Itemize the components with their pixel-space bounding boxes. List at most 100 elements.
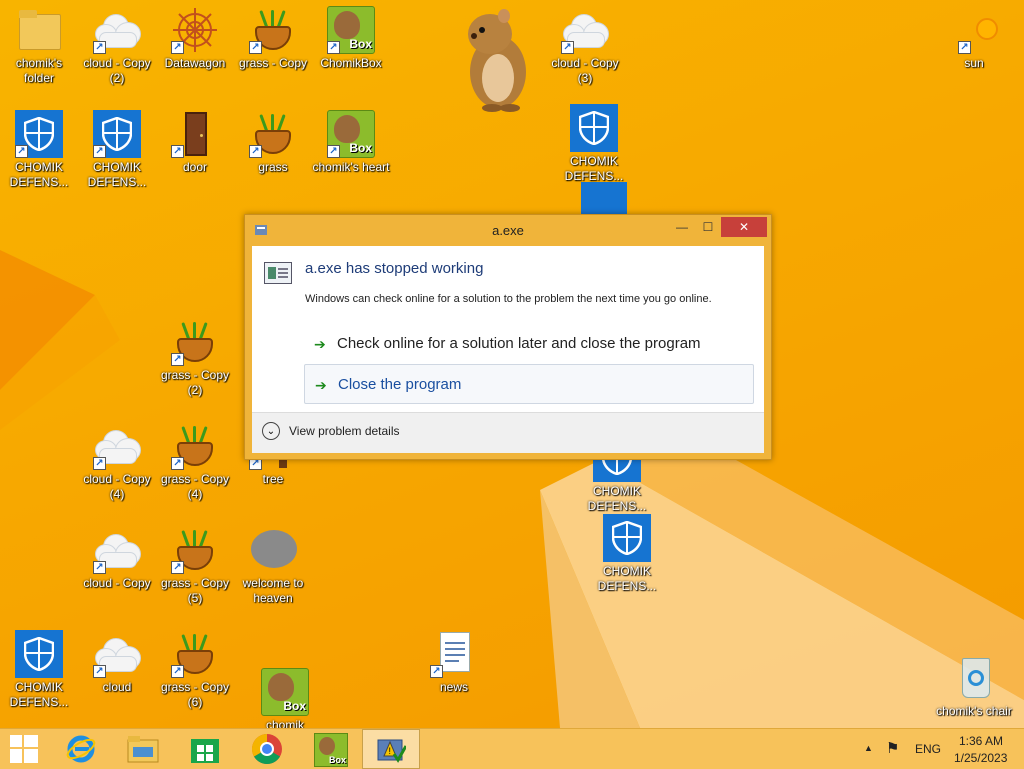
cloud-icon: ↗ — [561, 6, 609, 54]
chrome-icon — [251, 734, 282, 765]
internet-explorer-button[interactable] — [56, 729, 106, 769]
check-online-option[interactable]: ➔ Check online for a solution later and … — [304, 324, 754, 364]
cloud-icon: ↗ — [93, 526, 141, 574]
grass-icon: ↗ — [171, 526, 219, 574]
shortcut-arrow-icon: ↗ — [93, 457, 106, 470]
aexe-app-icon: ! — [377, 739, 406, 763]
desktop-icon-cloud-copy-2[interactable]: ↗ cloud - Copy (2) — [78, 6, 156, 86]
desktop-icon-welcome-to-heaven[interactable]: welcome to heaven — [234, 526, 312, 606]
icon-label: cloud - Copy (2) — [83, 56, 151, 85]
desktop-icon-chomik-defense-2[interactable]: ↗ CHOMIK DEFENS... — [78, 110, 156, 190]
aexe-taskbar-button[interactable]: ! — [362, 729, 420, 769]
desktop-icon-chomiks-folder[interactable]: chomik's folder — [0, 6, 78, 86]
desktop-icon-datawagon[interactable]: ↗ Datawagon — [156, 6, 234, 71]
icon-label: chomik's folder — [15, 56, 63, 85]
desktop-icon-grass-copy-2[interactable]: ↗ grass - Copy (2) — [156, 318, 234, 398]
desktop-icon-grass-copy-5[interactable]: ↗ grass - Copy (5) — [156, 526, 234, 606]
shield-icon — [570, 104, 618, 152]
chomikbox-icon: Box — [314, 733, 348, 767]
cloud-icon: ↗ — [93, 422, 141, 470]
close-program-option[interactable]: ➔ Close the program — [304, 364, 754, 404]
shortcut-arrow-icon: ↗ — [958, 41, 971, 54]
maximize-button[interactable]: ☐ — [695, 217, 721, 237]
icon-label: welcome to heaven — [242, 576, 304, 605]
clock-time[interactable]: 1:36 AM — [959, 734, 1003, 748]
shortcut-arrow-icon: ↗ — [15, 145, 28, 158]
icon-label: chomik's chair — [936, 704, 1012, 718]
desktop-icon-cloud-copy-4[interactable]: ↗ cloud - Copy (4) — [78, 422, 156, 502]
cloud-icon: ↗ — [93, 6, 141, 54]
icon-label: cloud — [102, 680, 132, 694]
icon-label: door — [182, 160, 208, 174]
desktop-icon-cloud-copy-3[interactable]: ↗ cloud - Copy (3) — [546, 6, 624, 86]
file-explorer-button[interactable] — [118, 729, 168, 769]
shortcut-arrow-icon: ↗ — [430, 665, 443, 678]
icon-label: grass - Copy (4) — [160, 472, 230, 501]
desktop-icon-chomikbox[interactable]: Box ↗ ChomikBox — [312, 6, 390, 71]
shield-icon — [15, 630, 63, 678]
icon-label: sun — [964, 56, 984, 70]
document-icon: ↗ — [430, 630, 478, 678]
desktop-icon-recycle-bin[interactable]: chomik's chair — [935, 654, 1013, 719]
shortcut-arrow-icon: ↗ — [171, 561, 184, 574]
svg-text:!: ! — [389, 746, 392, 756]
shortcut-arrow-icon: ↗ — [93, 145, 106, 158]
hamster-mascot — [468, 9, 526, 112]
desktop-icon-cloud-copy[interactable]: ↗ cloud - Copy — [78, 526, 156, 591]
dialog-footer: ⌄ View problem details — [252, 412, 764, 453]
clock-date[interactable]: 1/25/2023 — [954, 751, 1007, 765]
close-button[interactable]: ✕ — [721, 217, 767, 237]
desktop-icon-chomik[interactable]: Box chomik — [246, 668, 324, 728]
icon-label: CHOMIK DEFENS... — [87, 160, 147, 189]
start-button[interactable] — [0, 729, 50, 769]
language-indicator[interactable]: ENG — [915, 742, 941, 756]
recycle-bin-icon — [950, 654, 998, 702]
icon-label: grass - Copy (5) — [160, 576, 230, 605]
desktop-icon-door[interactable]: ↗ door — [156, 110, 234, 175]
blob-icon — [249, 526, 297, 574]
tray-overflow-arrow[interactable]: ▲ — [864, 743, 873, 753]
taskbar: Box ! ▲ ⚑ ENG 1:36 AM 1/25/2023 — [0, 728, 1024, 769]
icon-label: ChomikBox — [320, 56, 382, 70]
desktop-icon-chomik-defense-1[interactable]: ↗ CHOMIK DEFENS... — [0, 110, 78, 190]
icon-label: grass — [258, 160, 288, 174]
icon-label: grass - Copy (6) — [160, 680, 230, 709]
desktop-icon-chomiks-heart[interactable]: Box ↗ chomik's heart — [312, 110, 390, 175]
action-center-flag-icon[interactable]: ⚑ — [886, 739, 899, 757]
green-arrow-icon: ➔ — [315, 377, 327, 393]
icon-label: grass - Copy — [238, 56, 308, 70]
grass-icon: ↗ — [171, 422, 219, 470]
desktop-icon-cloud[interactable]: ↗ cloud — [78, 630, 156, 695]
desktop-icon-grass[interactable]: ↗ grass — [234, 110, 312, 175]
shield-icon — [603, 514, 651, 562]
grass-icon: ↗ — [171, 630, 219, 678]
desktop-icon-grass-copy[interactable]: ↗ grass - Copy — [234, 6, 312, 71]
shortcut-arrow-icon: ↗ — [171, 145, 184, 158]
desktop-icon-chomik-defense-6[interactable]: CHOMIK DEFENS... — [0, 630, 78, 710]
icon-label: news — [439, 680, 468, 694]
icon-label: tree — [262, 472, 284, 486]
shortcut-arrow-icon: ↗ — [93, 41, 106, 54]
desktop-icon-chomik-defense-5[interactable]: CHOMIK DEFENS... — [588, 514, 666, 594]
desktop-icon-sun[interactable]: ↗ sun — [935, 6, 1013, 71]
store-button[interactable] — [180, 729, 230, 769]
store-icon — [191, 739, 219, 763]
ornament-icon: ↗ — [171, 6, 219, 54]
desktop-icon-chomik-defense-3[interactable]: CHOMIK DEFENS... — [555, 104, 633, 184]
chomikbox-icon: Box ↗ — [327, 6, 375, 54]
shortcut-arrow-icon: ↗ — [171, 41, 184, 54]
desktop-icon-grass-copy-4[interactable]: ↗ grass - Copy (4) — [156, 422, 234, 502]
icon-label: Datawagon — [164, 56, 226, 70]
chomikbox-taskbar-button[interactable]: Box — [304, 729, 358, 769]
icon-label: chomik — [265, 718, 304, 728]
cloud-icon: ↗ — [93, 630, 141, 678]
shortcut-arrow-icon: ↗ — [171, 457, 184, 470]
door-icon: ↗ — [171, 110, 219, 158]
icon-label: cloud - Copy (4) — [83, 472, 151, 501]
desktop-icon-grass-copy-6[interactable]: ↗ grass - Copy (6) — [156, 630, 234, 710]
chrome-button[interactable] — [242, 729, 292, 769]
folder-icon — [15, 6, 63, 54]
minimize-button[interactable]: — — [669, 217, 695, 237]
shortcut-arrow-icon: ↗ — [171, 665, 184, 678]
desktop-icon-news[interactable]: ↗ news — [415, 630, 493, 695]
